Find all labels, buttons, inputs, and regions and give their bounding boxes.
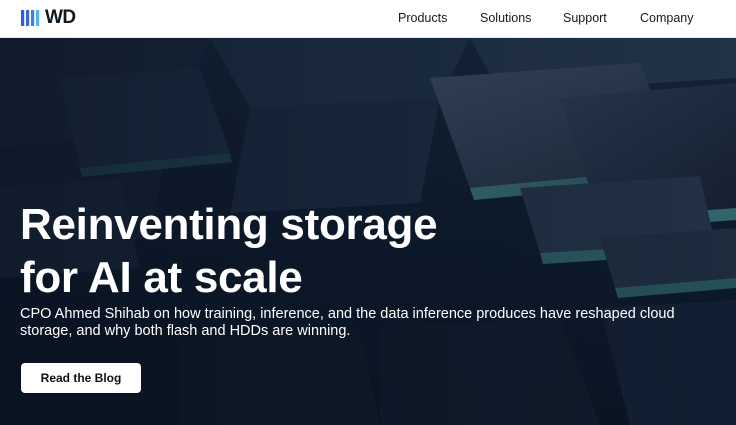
nav-item-products[interactable]: Products (398, 11, 447, 25)
read-the-blog-button[interactable]: Read the Blog (21, 363, 141, 393)
hero-headline-line-2: for AI at scale (20, 253, 303, 302)
hero-headline: Reinventing storage for AI at scale (20, 198, 580, 304)
main-nav: Products Solutions Support Company (0, 0, 736, 38)
nav-item-support[interactable]: Support (563, 11, 607, 25)
nav-item-company[interactable]: Company (640, 11, 694, 25)
top-navigation-bar: WD Products Solutions Support Company (0, 0, 736, 38)
hero-subtext: CPO Ahmed Shihab on how training, infere… (20, 306, 675, 339)
nav-item-solutions[interactable]: Solutions (480, 11, 531, 25)
hero-headline-line-1: Reinventing storage (20, 200, 438, 249)
hero-banner: Reinventing storage for AI at scale CPO … (0, 38, 736, 425)
